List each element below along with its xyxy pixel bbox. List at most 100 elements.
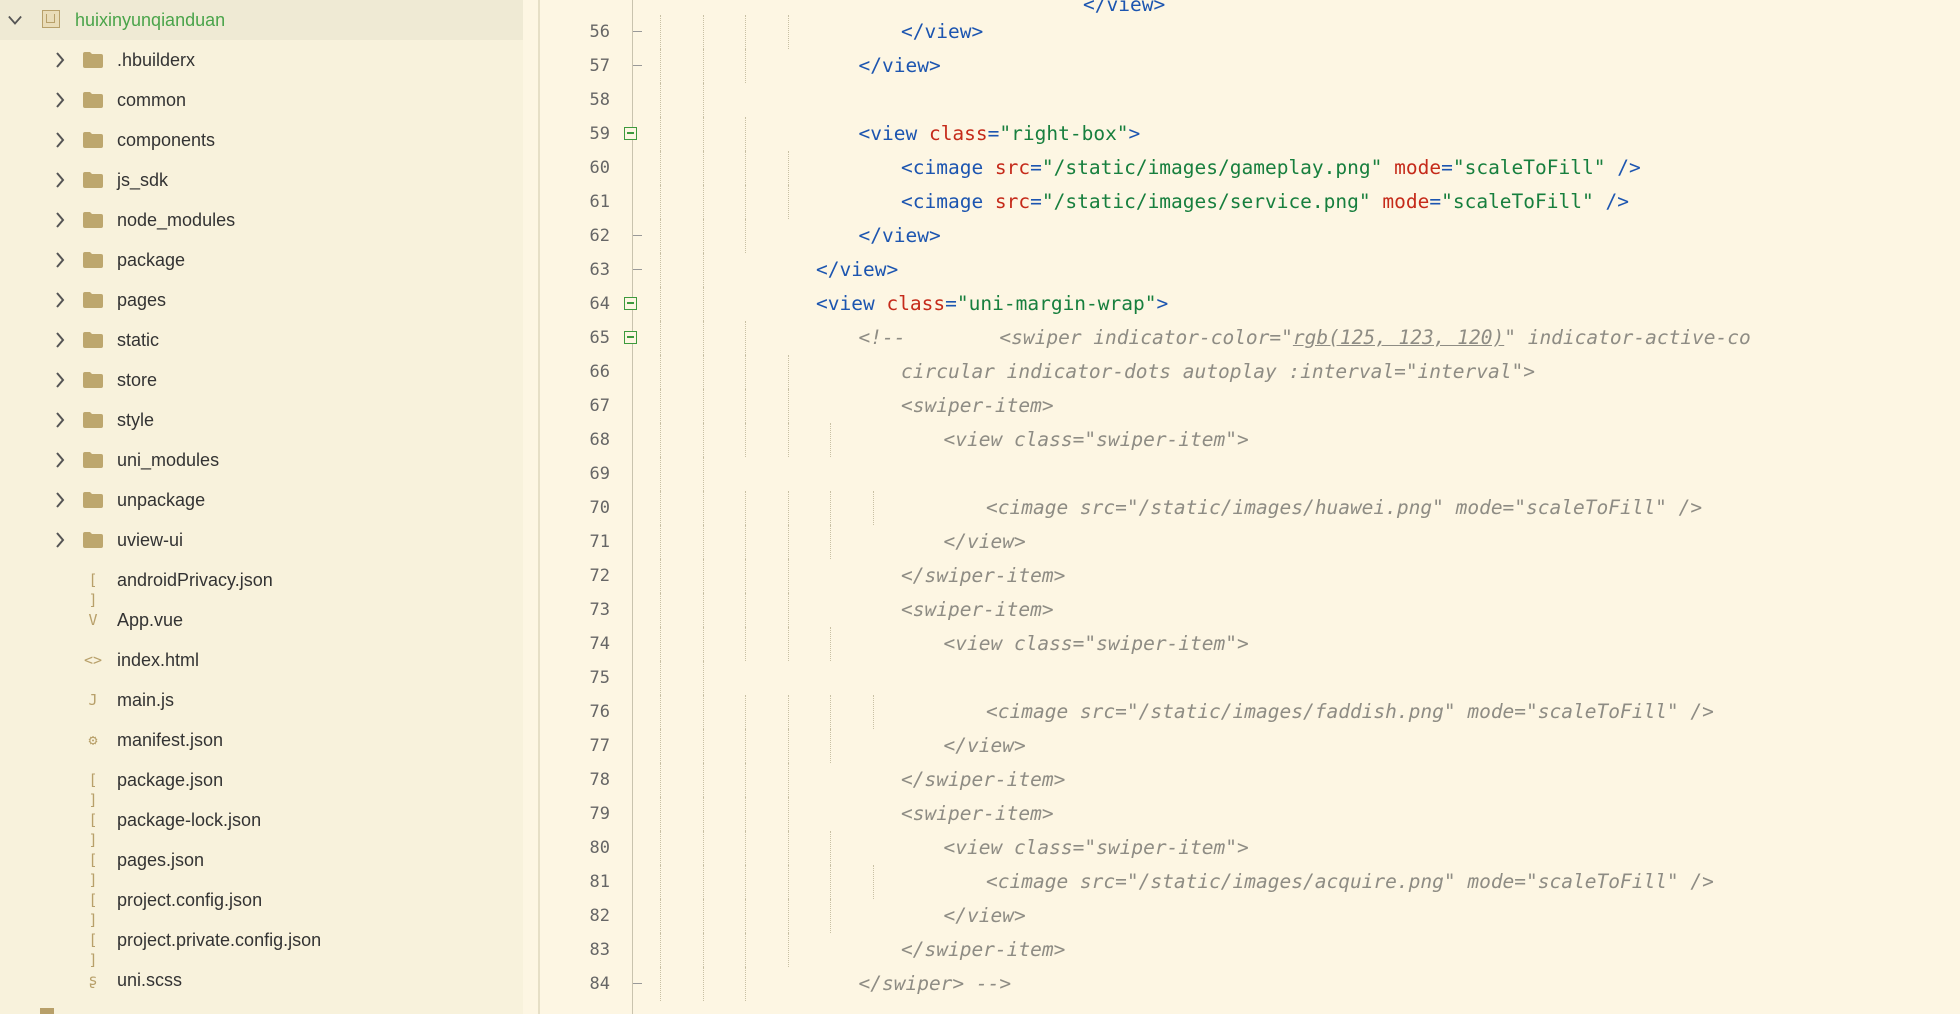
code-line[interactable]: 62 </view>	[540, 219, 1960, 253]
indent-guide	[745, 797, 747, 831]
folder-row[interactable]: pages	[0, 280, 523, 320]
folder-row[interactable]: .hbuilderx	[0, 40, 523, 80]
indent-guide	[660, 117, 662, 151]
chevron-right-icon[interactable]	[53, 210, 67, 230]
code-line[interactable]: 65 <!-- <swiper indicator-color="rgb(125,…	[540, 321, 1960, 355]
folder-label: components	[117, 129, 216, 150]
file-row[interactable]: [ ] project.private.config.json	[0, 920, 523, 970]
folder-row[interactable]: style	[0, 400, 523, 440]
indent-guide	[702, 933, 705, 967]
code-text: </view>	[816, 258, 899, 281]
code-line[interactable]: 60 <cimage src="/static/images/gameplay.p…	[540, 151, 1960, 185]
indent-guide	[787, 627, 790, 661]
code-line[interactable]: 63 </view>	[540, 253, 1960, 287]
code-line[interactable]: 59 <view class="right-box">	[540, 117, 1960, 151]
code-line[interactable]: 70 <cimage src="/static/images/huawei.png…	[540, 491, 1960, 525]
indent-guide	[787, 933, 790, 967]
chevron-right-icon[interactable]	[53, 530, 67, 550]
folder-row[interactable]: static	[0, 320, 523, 360]
folder-row[interactable]: node_modules	[0, 200, 523, 240]
folder-icon	[83, 492, 103, 508]
project-root-row[interactable]: huixinyunqianduan	[0, 0, 523, 40]
file-row[interactable]: [ ] package.json	[0, 760, 523, 810]
chevron-right-icon[interactable]	[53, 370, 67, 390]
code-line[interactable]: 66 circular indicator-dots autoplay :inte…	[540, 355, 1960, 389]
line-number: 64	[589, 294, 610, 314]
code-line[interactable]: 61 <cimage src="/static/images/service.pn…	[540, 185, 1960, 219]
folder-row[interactable]: uview-ui	[0, 520, 523, 560]
chevron-right-icon[interactable]	[53, 90, 67, 110]
code-line[interactable]: 84 </swiper> -->	[540, 967, 1960, 1001]
folder-row[interactable]: common	[0, 80, 523, 120]
indent-guide	[702, 593, 705, 627]
file-row[interactable]: Jmain.js	[0, 680, 523, 720]
folder-label: uview-ui	[117, 529, 184, 550]
file-label: App.vue	[117, 609, 184, 630]
file-row[interactable]: [ ] pages.json	[0, 840, 523, 890]
indent-guide	[702, 321, 705, 355]
code-line[interactable]: 58	[540, 83, 1960, 117]
line-number: 76	[589, 702, 610, 722]
chevron-right-icon[interactable]	[53, 490, 67, 510]
chevron-right-icon[interactable]	[53, 450, 67, 470]
file-row[interactable]: [ ] androidPrivacy.json	[0, 560, 523, 610]
code-line[interactable]: 79 <swiper-item>	[540, 797, 1960, 831]
file-row[interactable]: V App.vue	[0, 600, 523, 640]
folder-row[interactable]: store	[0, 360, 523, 400]
indent-guide	[660, 695, 662, 729]
indent-guide	[745, 933, 747, 967]
manifest-gear-icon: ⚙	[88, 731, 98, 749]
code-line[interactable]: 67 <swiper-item>	[540, 389, 1960, 423]
code-line[interactable]: 74 <view class="swiper-item">	[540, 627, 1960, 661]
code-line[interactable]: 72 </swiper-item>	[540, 559, 1960, 593]
code-line[interactable]: 75	[540, 661, 1960, 695]
chevron-down-icon[interactable]	[8, 10, 22, 30]
code-line[interactable]: 77 </view>	[540, 729, 1960, 763]
file-row[interactable]: ʂ uni.scss	[0, 960, 523, 1000]
code-line[interactable]: 82 </view>	[540, 899, 1960, 933]
indent-guide	[787, 797, 790, 831]
code-line[interactable]: 68 <view class="swiper-item">	[540, 423, 1960, 457]
code-text: </swiper-item>	[901, 938, 1066, 961]
code-line[interactable]: 71 </view>	[540, 525, 1960, 559]
chevron-right-icon[interactable]	[53, 50, 67, 70]
line-number: 56	[589, 22, 610, 42]
code-line[interactable]: 81 <cimage src="/static/images/acquire.pn…	[540, 865, 1960, 899]
chevron-right-icon[interactable]	[53, 170, 67, 190]
chevron-right-icon[interactable]	[53, 290, 67, 310]
indent-guide	[660, 423, 662, 457]
file-row[interactable]: ⚙ manifest.json	[0, 720, 523, 760]
code-line[interactable]: 73 <swiper-item>	[540, 593, 1960, 627]
folder-row[interactable]: uni_modules	[0, 440, 523, 480]
chevron-right-icon[interactable]	[53, 330, 67, 350]
indent-guide	[660, 151, 662, 185]
code-line[interactable]: 80 <view class="swiper-item">	[540, 831, 1960, 865]
folder-row[interactable]: unpackage	[0, 480, 523, 520]
chevron-right-icon[interactable]	[53, 410, 67, 430]
indent-guide	[745, 899, 747, 933]
file-row[interactable]: [ ] package-lock.json	[0, 800, 523, 850]
line-number: 58	[589, 90, 610, 110]
folder-row[interactable]: package	[0, 240, 523, 280]
code-line[interactable]: 76 <cimage src="/static/images/faddish.pn…	[540, 695, 1960, 729]
fold-toggle-icon[interactable]	[624, 331, 637, 344]
fold-end-marker	[633, 235, 642, 236]
code-line[interactable]: 69	[540, 457, 1960, 491]
file-row[interactable]: <> index.html	[0, 640, 523, 680]
code-text: <swiper-item>	[901, 802, 1054, 825]
code-text: <swiper-item>	[901, 598, 1054, 621]
fold-toggle-icon[interactable]	[624, 297, 637, 310]
code-line[interactable]: 56 </view>	[540, 15, 1960, 49]
code-line[interactable]: 64 <view class="uni-margin-wrap">	[540, 287, 1960, 321]
code-line[interactable]: 78 </swiper-item>	[540, 763, 1960, 797]
folder-label: common	[117, 89, 187, 110]
code-line[interactable]: 57 </view>	[540, 49, 1960, 83]
file-row[interactable]: [ ] project.config.json	[0, 880, 523, 930]
folder-row[interactable]: js_sdk	[0, 160, 523, 200]
chevron-right-icon[interactable]	[53, 130, 67, 150]
code-editor[interactable]: </view> 56 </view> 57 </view> 58 59 <view clas…	[540, 0, 1960, 1014]
folder-row[interactable]: components	[0, 120, 523, 160]
fold-toggle-icon[interactable]	[624, 127, 637, 140]
chevron-right-icon[interactable]	[53, 250, 67, 270]
code-line[interactable]: 83 </swiper-item>	[540, 933, 1960, 967]
